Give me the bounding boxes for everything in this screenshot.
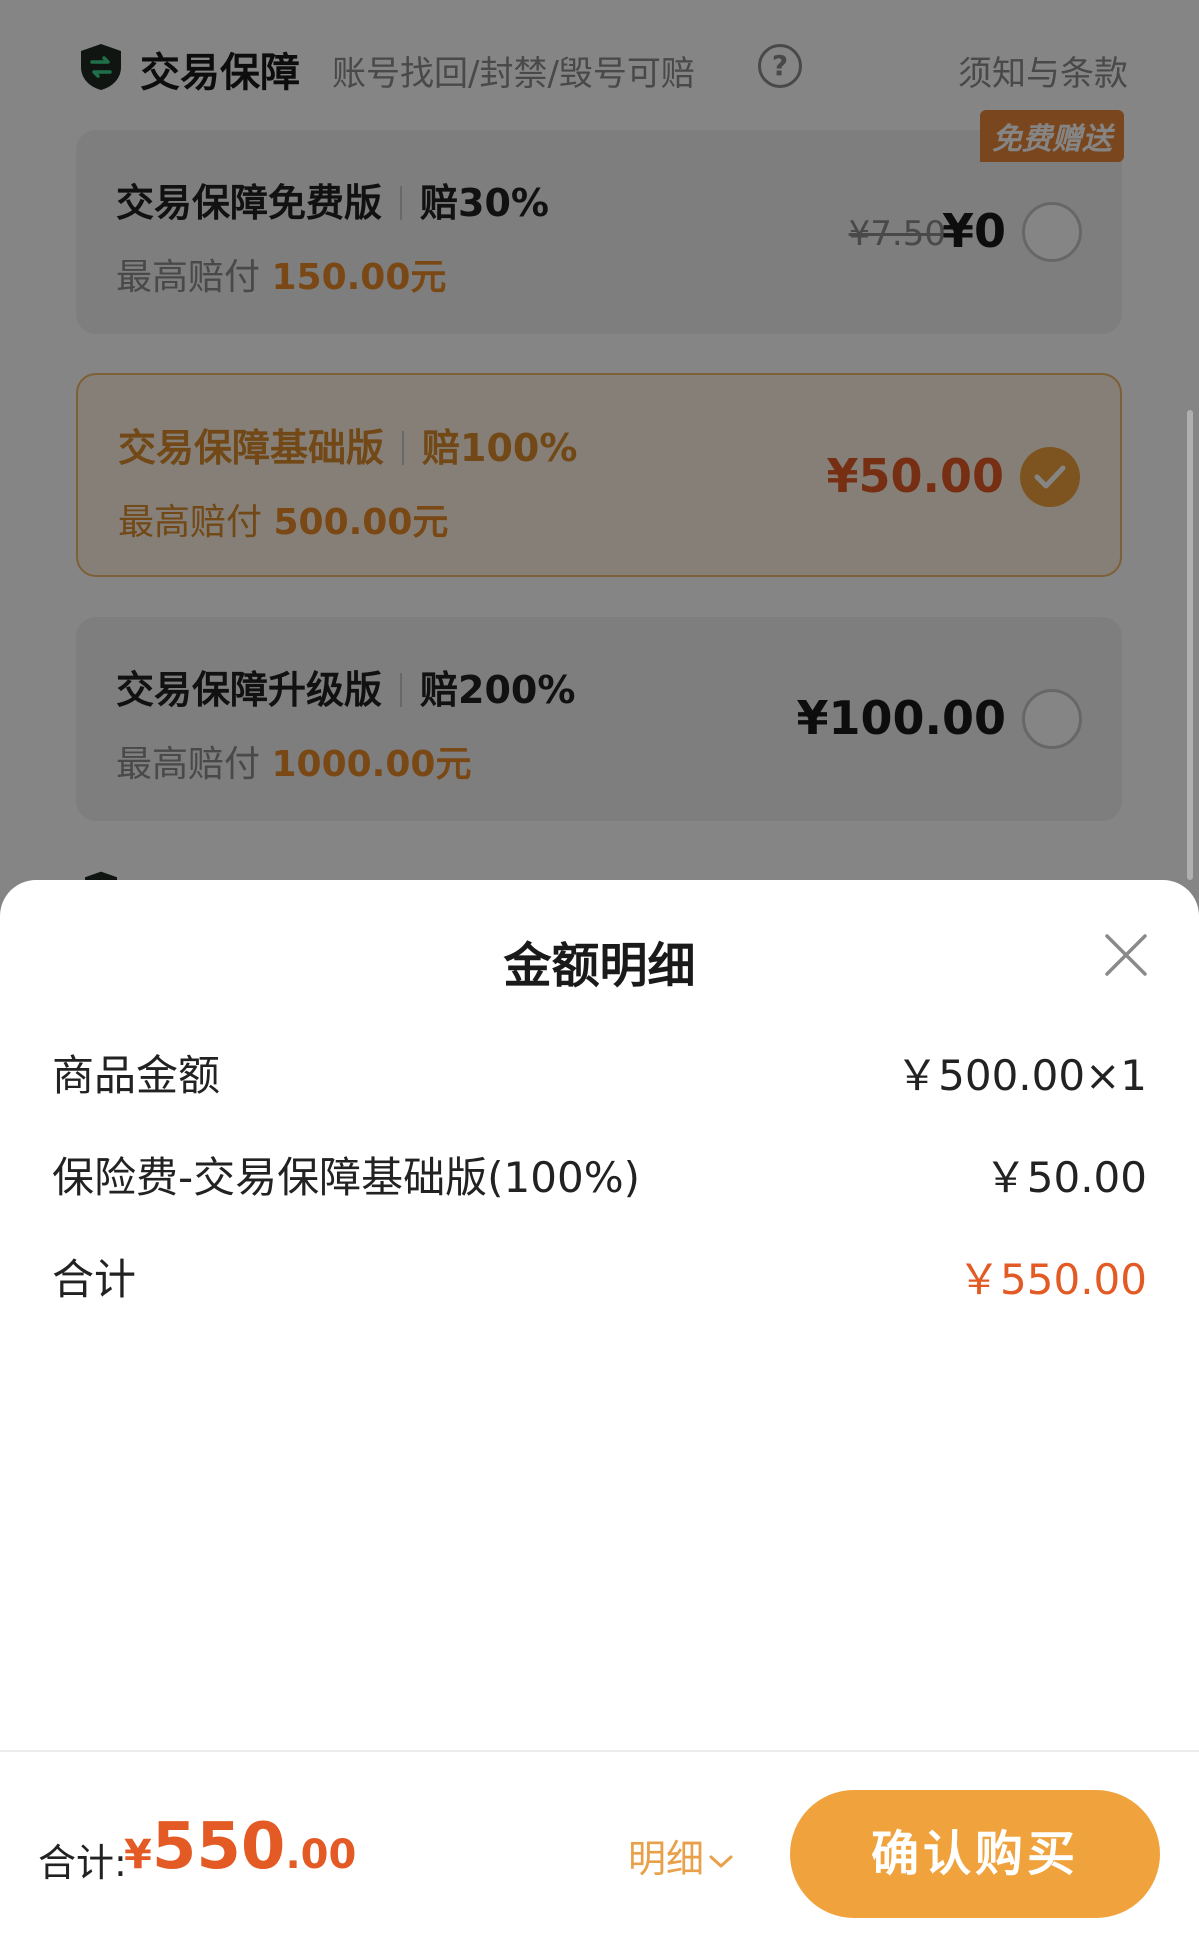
checkout-footer: 合计: ¥550.00 明细 确认购买 xyxy=(0,1750,1199,1949)
detail-label: 明细 xyxy=(628,1837,705,1881)
row-value: ￥50.00 xyxy=(984,1153,1147,1202)
confirm-purchase-button[interactable]: 确认购买 xyxy=(790,1790,1160,1918)
row-label: 合计 xyxy=(52,1255,137,1304)
row-label: 保险费-交易保障基础版(100%) xyxy=(52,1153,641,1202)
row-value: ￥500.00×1 xyxy=(896,1051,1147,1100)
detail-row-insurance: 保险费-交易保障基础版(100%) ￥50.00 xyxy=(52,1144,1147,1204)
chevron-down-icon xyxy=(709,1855,733,1867)
total-amount: ¥550.00 xyxy=(124,1810,356,1884)
detail-row-total: 合计 ￥550.00 xyxy=(52,1246,1147,1306)
detail-row-goods: 商品金额 ￥500.00×1 xyxy=(52,1042,1147,1102)
total-label: 合计: xyxy=(38,1841,127,1885)
row-label: 商品金额 xyxy=(52,1051,221,1100)
total-integer: 550 xyxy=(151,1810,286,1884)
row-value: ￥550.00 xyxy=(958,1255,1147,1304)
sheet-title: 金额明细 xyxy=(503,938,696,994)
total-decimal: .00 xyxy=(285,1832,357,1878)
total-currency-symbol: ¥ xyxy=(124,1832,152,1878)
scrollbar[interactable] xyxy=(1187,410,1193,880)
close-icon[interactable] xyxy=(1103,932,1149,978)
detail-toggle[interactable]: 明细 xyxy=(628,1828,734,1883)
